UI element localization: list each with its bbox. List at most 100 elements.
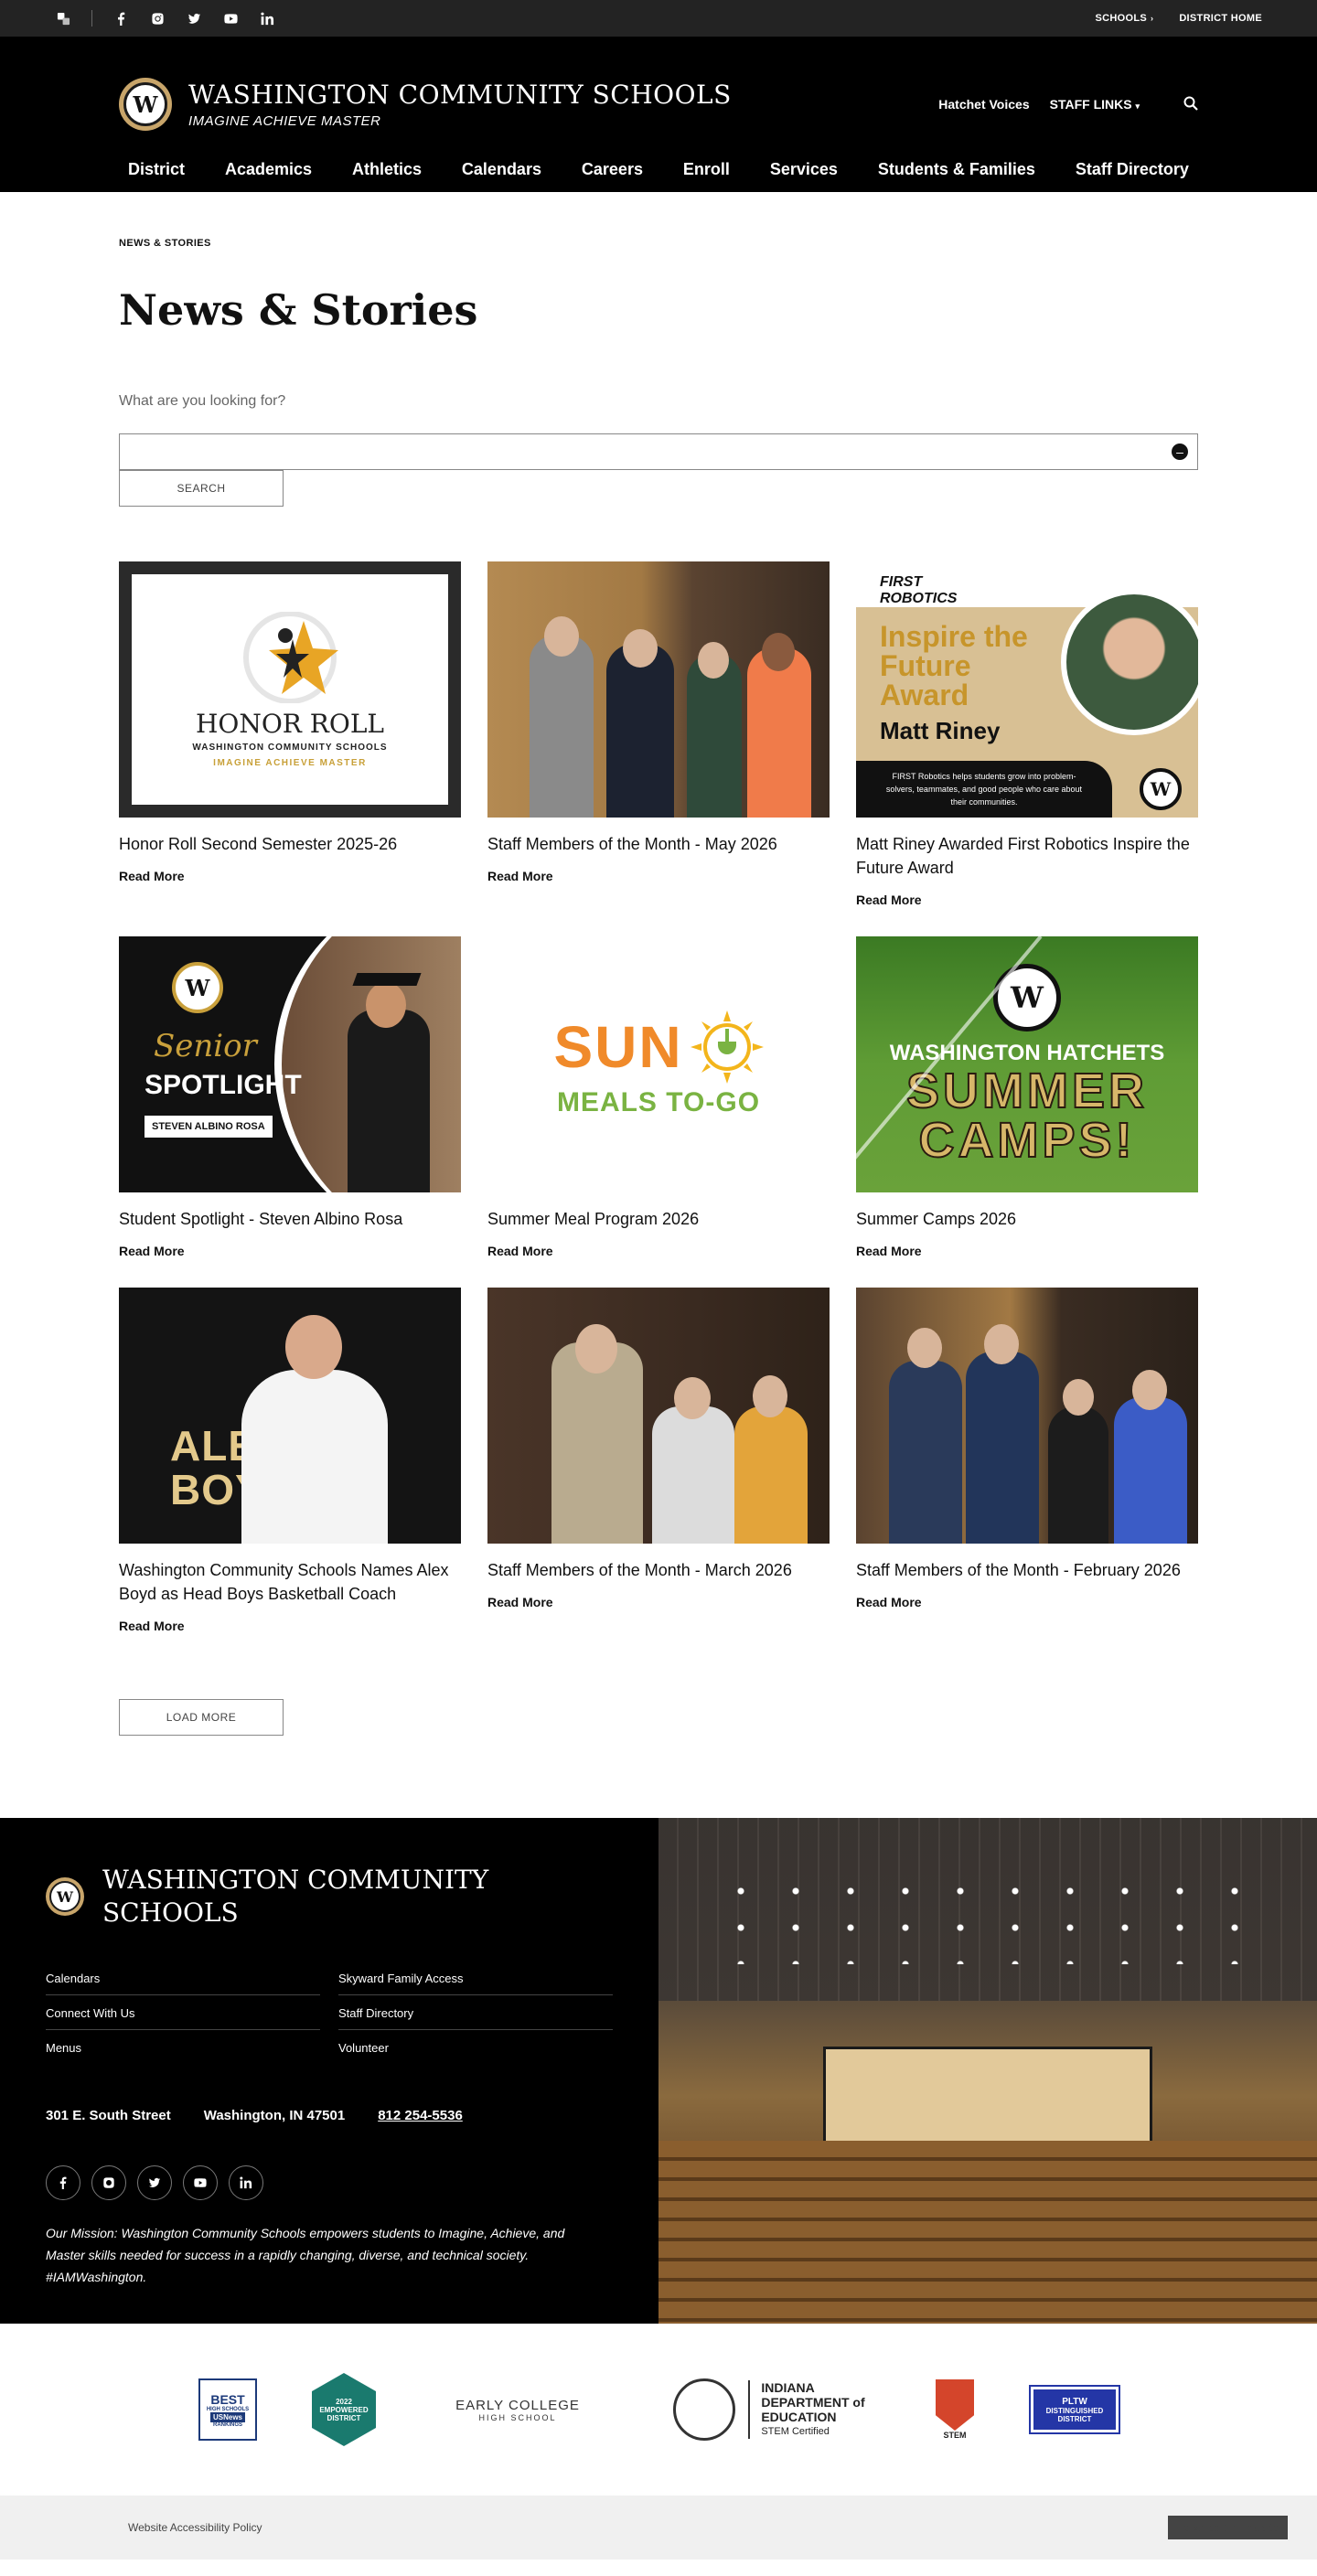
instagram-icon[interactable] bbox=[91, 2165, 126, 2200]
twitter-icon[interactable] bbox=[186, 10, 202, 27]
nav-enroll[interactable]: Enroll bbox=[674, 160, 739, 179]
news-title[interactable]: Summer Camps 2026 bbox=[856, 1207, 1198, 1231]
youtube-icon[interactable] bbox=[222, 10, 239, 27]
chevron-right-icon: › bbox=[1151, 14, 1154, 23]
nav-students-families[interactable]: Students & Families bbox=[869, 160, 1044, 179]
brand-title: WASHINGTON COMMUNITY SCHOOLS bbox=[188, 80, 732, 110]
nav-athletics[interactable]: Athletics bbox=[343, 160, 431, 179]
news-image-staff-may[interactable] bbox=[487, 561, 830, 818]
news-card: FIRST ROBOTICS Inspire the Future Award … bbox=[856, 561, 1198, 909]
breadcrumb: NEWS & STORIES bbox=[119, 238, 211, 249]
person-head bbox=[762, 633, 795, 671]
nav-services[interactable]: Services bbox=[761, 160, 847, 179]
news-image-staff-march[interactable] bbox=[487, 1288, 830, 1544]
camps-hatchets-text: WASHINGTON HATCHETS bbox=[889, 1041, 1165, 1065]
news-image-spotlight[interactable]: W Senior SPOTLIGHT STEVEN ALBINO ROSA bbox=[119, 936, 461, 1192]
footer-link-calendars[interactable]: Calendars bbox=[46, 1961, 320, 1995]
news-title[interactable]: Washington Community Schools Names Alex … bbox=[119, 1558, 461, 1606]
read-more-link[interactable]: Read More bbox=[119, 1619, 185, 1633]
stem-label: STEM bbox=[943, 2431, 967, 2440]
footer-link-connect[interactable]: Connect With Us bbox=[46, 1995, 320, 2030]
footer-link-menus[interactable]: Menus bbox=[46, 2030, 320, 2064]
honor-roll-text: HONOR ROLL bbox=[195, 708, 385, 739]
staff-links-dropdown[interactable]: STAFF LINKS ▾ bbox=[1050, 97, 1140, 112]
clear-search-icon[interactable]: – bbox=[1172, 444, 1188, 460]
news-image-alex-boyd[interactable]: ALEX BOYD bbox=[119, 1288, 461, 1544]
search-icon[interactable] bbox=[1183, 96, 1198, 113]
camps-summer-text: SUMMER bbox=[905, 1064, 1148, 1118]
schools-dropdown[interactable]: SCHOOLS › bbox=[1096, 13, 1154, 24]
footer-link-skyward[interactable]: Skyward Family Access bbox=[338, 1961, 613, 1995]
news-title[interactable]: Staff Members of the Month - February 20… bbox=[856, 1558, 1198, 1582]
hatchet-voices-link[interactable]: Hatchet Voices bbox=[938, 97, 1029, 112]
coach-figure bbox=[241, 1370, 388, 1544]
person-head bbox=[753, 1375, 787, 1417]
twitter-icon[interactable] bbox=[137, 2165, 172, 2200]
footer-city: Washington, IN 47501 bbox=[203, 2108, 346, 2123]
us-news-badge: BEST HIGH SCHOOLS USNews RANKINGS bbox=[198, 2378, 257, 2441]
read-more-link[interactable]: Read More bbox=[487, 1595, 553, 1609]
main-nav: District Academics Athletics Calendars C… bbox=[0, 146, 1317, 192]
news-title[interactable]: Matt Riney Awarded First Robotics Inspir… bbox=[856, 832, 1198, 880]
staff-links-label: STAFF LINKS bbox=[1049, 97, 1132, 112]
person-head bbox=[623, 629, 658, 668]
read-more-link[interactable]: Read More bbox=[119, 869, 185, 883]
nav-staff-directory[interactable]: Staff Directory bbox=[1066, 160, 1198, 179]
footer-link-volunteer[interactable]: Volunteer bbox=[338, 2030, 613, 2064]
news-title[interactable]: Staff Members of the Month - May 2026 bbox=[487, 832, 830, 856]
sun-logo-text: SUN bbox=[553, 1014, 683, 1080]
linkedin-icon[interactable] bbox=[229, 2165, 263, 2200]
utility-right: SCHOOLS › DISTRICT HOME bbox=[1096, 13, 1263, 24]
load-more-button[interactable]: LOAD MORE bbox=[119, 1699, 284, 1736]
footer-logo: W bbox=[46, 1877, 84, 1916]
read-more-link[interactable]: Read More bbox=[119, 1244, 185, 1258]
instagram-icon[interactable] bbox=[149, 10, 166, 27]
read-more-link[interactable]: Read More bbox=[856, 1244, 922, 1258]
person-head bbox=[544, 616, 579, 657]
early-college-text: EARLY COLLEGE bbox=[455, 2397, 580, 2413]
logo-letter: W bbox=[49, 1881, 80, 1912]
news-image-summer-camps[interactable]: W WASHINGTON HATCHETS SUMMER CAMPS! bbox=[856, 936, 1198, 1192]
news-image-robotics[interactable]: FIRST ROBOTICS Inspire the Future Award … bbox=[856, 561, 1198, 818]
linkedin-icon[interactable] bbox=[259, 10, 275, 27]
facebook-icon[interactable] bbox=[112, 10, 129, 27]
powered-by-finalsite[interactable]: Powered by Finalsite bbox=[1167, 2516, 1288, 2539]
honor-roll-school: WASHINGTON COMMUNITY SCHOOLS bbox=[192, 742, 388, 753]
footer-phone-link[interactable]: 812 254-5536 bbox=[378, 2108, 463, 2123]
translate-icon[interactable] bbox=[55, 10, 71, 27]
search-button[interactable]: SEARCH bbox=[119, 470, 284, 507]
nav-academics[interactable]: Academics bbox=[216, 160, 321, 179]
footer-link-staff-directory[interactable]: Staff Directory bbox=[338, 1995, 613, 2030]
news-image-staff-february[interactable] bbox=[856, 1288, 1198, 1544]
news-title[interactable]: Summer Meal Program 2026 bbox=[487, 1207, 830, 1231]
spotlight-word: SPOTLIGHT bbox=[145, 1070, 302, 1100]
news-card: ALEX BOYD Washington Community Schools N… bbox=[119, 1288, 461, 1635]
nav-careers[interactable]: Careers bbox=[573, 160, 652, 179]
robotics-quote: FIRST Robotics helps students grow into … bbox=[856, 761, 1112, 818]
read-more-link[interactable]: Read More bbox=[856, 893, 922, 907]
awardee-photo bbox=[1061, 589, 1198, 735]
person-head bbox=[674, 1377, 711, 1419]
arena-lights bbox=[713, 1873, 1262, 1964]
youtube-icon[interactable] bbox=[183, 2165, 218, 2200]
district-home-link[interactable]: DISTRICT HOME bbox=[1179, 13, 1262, 24]
news-title[interactable]: Student Spotlight - Steven Albino Rosa bbox=[119, 1207, 461, 1231]
news-card: HONOR ROLL WASHINGTON COMMUNITY SCHOOLS … bbox=[119, 561, 461, 909]
accessibility-policy-link[interactable]: Website Accessibility Policy bbox=[128, 2521, 262, 2534]
person-figure bbox=[1048, 1406, 1108, 1544]
read-more-link[interactable]: Read More bbox=[487, 869, 553, 883]
news-image-honor-roll[interactable]: HONOR ROLL WASHINGTON COMMUNITY SCHOOLS … bbox=[119, 561, 461, 818]
nav-district[interactable]: District bbox=[119, 160, 194, 179]
facebook-icon[interactable] bbox=[46, 2165, 80, 2200]
brand-link[interactable]: W WASHINGTON COMMUNITY SCHOOLS IMAGINE A… bbox=[119, 78, 732, 131]
footer-brand: W WASHINGTON COMMUNITY SCHOOLS bbox=[46, 1864, 613, 1929]
basketball-court bbox=[823, 2047, 1152, 2147]
nav-calendars[interactable]: Calendars bbox=[453, 160, 551, 179]
search-input[interactable] bbox=[120, 434, 1172, 469]
news-title[interactable]: Honor Roll Second Semester 2025-26 bbox=[119, 832, 461, 856]
news-title[interactable]: Staff Members of the Month - March 2026 bbox=[487, 1558, 830, 1582]
news-image-sun-meals[interactable]: SUN MEALS TO-GO bbox=[487, 936, 830, 1192]
read-more-link[interactable]: Read More bbox=[487, 1244, 553, 1258]
read-more-link[interactable]: Read More bbox=[856, 1595, 922, 1609]
graduation-cap bbox=[352, 973, 422, 986]
